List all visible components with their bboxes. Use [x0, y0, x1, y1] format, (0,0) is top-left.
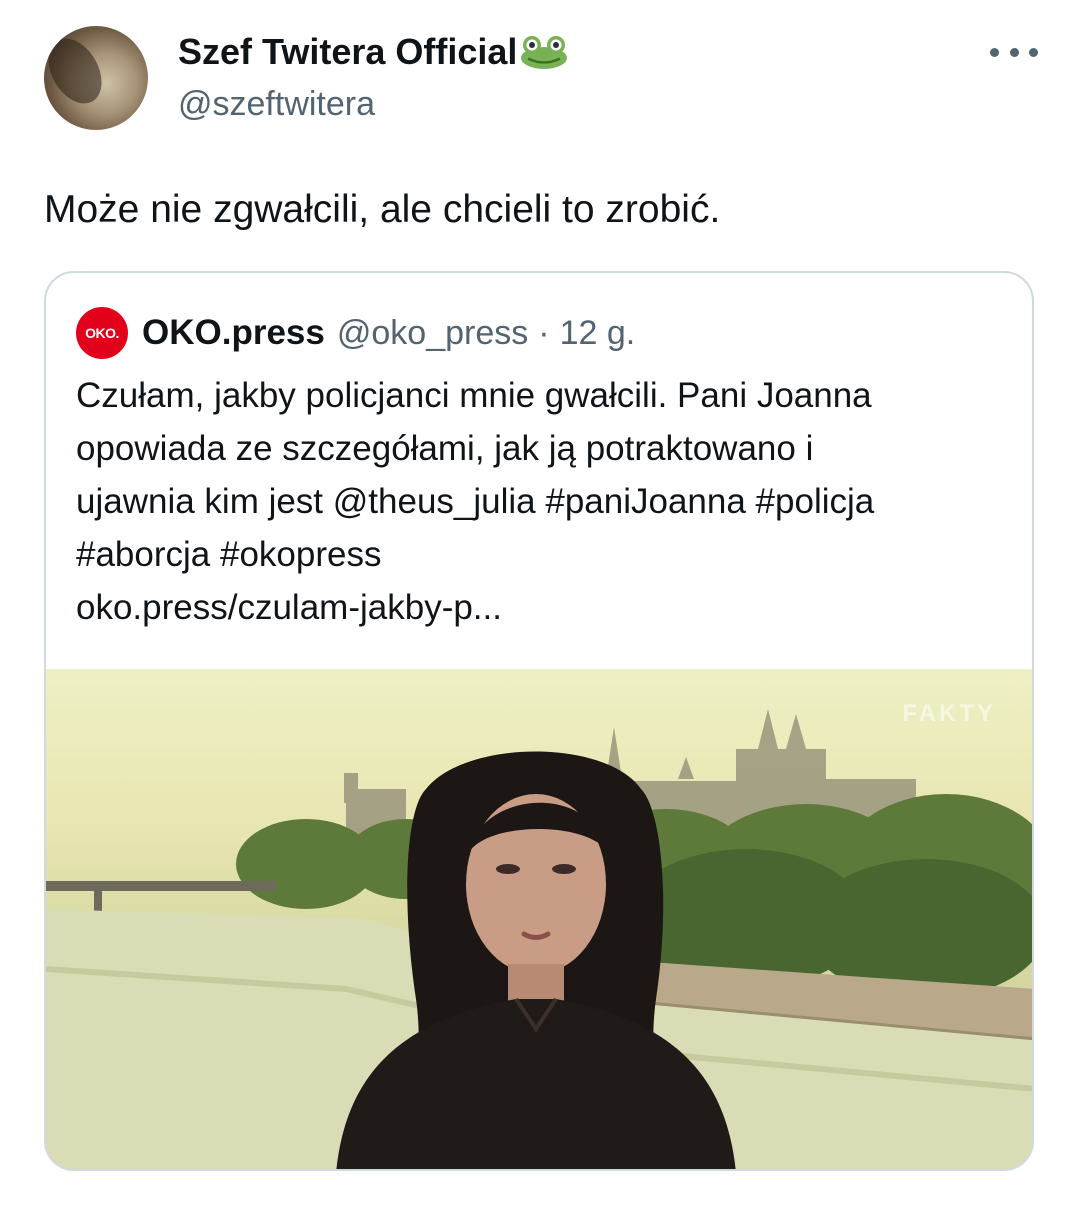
author-display-name[interactable]: Szef Twitera Official	[178, 30, 569, 74]
quoted-text-line: opowiada ze szczegółami, jak ją potrakto…	[76, 429, 814, 468]
more-dot-icon	[1029, 47, 1038, 57]
quoted-link[interactable]: oko.press/czulam-jakby-p...	[76, 581, 1016, 634]
more-dot-icon	[1009, 47, 1019, 57]
tweet-text: Może nie zgwałcili, ale chcieli to zrobi…	[44, 188, 721, 231]
quoted-tweet-header: OKO. OKO.press @oko_press · 12 g.	[76, 307, 635, 359]
quoted-tweet-card[interactable]: OKO. OKO.press @oko_press · 12 g. Czułam…	[44, 271, 1034, 1171]
quoted-text-line: ujawnia kim jest @theus_julia #paniJoann…	[76, 482, 875, 521]
quoted-media-image[interactable]: FAKTY	[46, 669, 1032, 1169]
quoted-text-line: #aborcja #okopress	[76, 535, 382, 574]
quoted-text-line: Czułam, jakby policjanci mnie gwałcili. …	[76, 376, 872, 415]
quoted-author-handle[interactable]: @oko_press	[337, 314, 528, 353]
more-options-button[interactable]	[990, 32, 1038, 72]
tv-watermark: FAKTY	[902, 700, 996, 727]
quoted-avatar-text: OKO.	[85, 325, 119, 341]
avatar-cat-shading	[44, 29, 113, 113]
author-handle[interactable]: @szeftwitera	[178, 84, 375, 124]
frog-icon	[521, 36, 568, 69]
quoted-timestamp[interactable]: 12 g.	[560, 314, 636, 353]
quoted-author-avatar[interactable]: OKO.	[76, 307, 128, 359]
dot-separator: ·	[538, 313, 550, 352]
author-avatar[interactable]	[44, 26, 148, 130]
tv-still-illustration: FAKTY	[46, 700, 1032, 1169]
quoted-author-name[interactable]: OKO.press	[142, 313, 325, 353]
quoted-tweet-text: Czułam, jakby policjanci mnie gwałcili. …	[76, 369, 1016, 634]
author-name-text: Szef Twitera Official	[178, 31, 518, 72]
more-dot-icon	[990, 47, 999, 57]
